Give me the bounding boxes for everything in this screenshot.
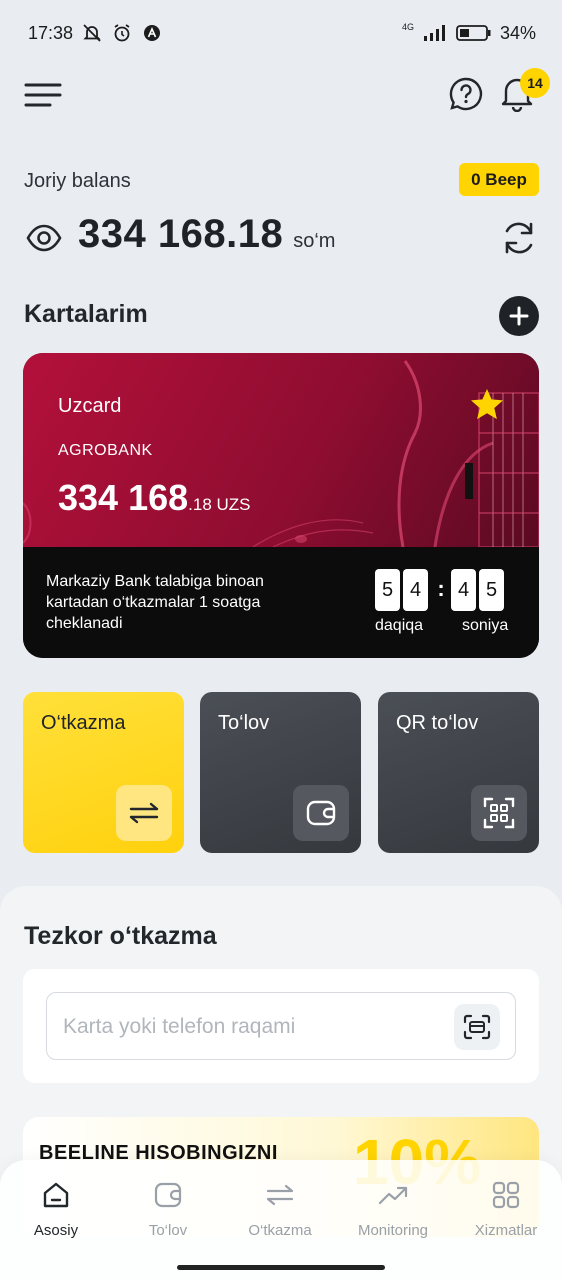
card-balance: 334 168 .18 UZS xyxy=(58,477,251,519)
tab-monitoring-label: Monitoring xyxy=(357,1222,429,1239)
trend-chart-icon xyxy=(378,1186,408,1205)
hamburger-menu-icon[interactable] xyxy=(24,80,64,110)
card-face[interactable]: Uzcard AGROBANK 334 168 .18 UZS xyxy=(23,353,539,547)
tab-home-label: Asosiy xyxy=(33,1222,79,1239)
qr-scan-icon xyxy=(471,785,527,841)
quick-transfer-field[interactable] xyxy=(46,992,516,1060)
payment-action-tile[interactable]: To‘lov xyxy=(200,692,361,853)
card-balance-fraction: .18 UZS xyxy=(188,495,251,514)
refresh-icon[interactable] xyxy=(500,218,538,258)
balance-label: Joriy balans xyxy=(24,170,131,192)
plus-icon xyxy=(509,306,529,326)
signal-icon xyxy=(422,22,448,44)
timer-seconds-ones: 5 xyxy=(479,569,504,611)
timer-separator: : xyxy=(437,576,445,601)
transfer-action-tile[interactable]: O‘tkazma xyxy=(23,692,184,853)
timer-seconds-label: soniya xyxy=(462,617,509,634)
app-badge-icon xyxy=(141,22,163,44)
alarm-icon xyxy=(111,22,133,44)
tab-services[interactable]: Xizmatlar xyxy=(450,1180,562,1250)
qr-payment-action-tile[interactable]: QR to‘lov xyxy=(378,692,539,853)
grid-icon xyxy=(492,1181,520,1209)
transfer-arrows-icon xyxy=(116,785,172,841)
beep-badge[interactable]: 0 Beep xyxy=(459,163,539,196)
home-indicator[interactable] xyxy=(177,1265,385,1270)
eye-icon[interactable] xyxy=(26,222,62,254)
balance-value: 334 168.18 so‘m xyxy=(78,212,335,257)
add-card-button[interactable] xyxy=(499,296,539,336)
tab-payment-label: To‘lov xyxy=(148,1222,188,1239)
card-bank-name: AGROBANK xyxy=(58,442,153,459)
timer-minutes-tens: 5 xyxy=(375,569,400,611)
cards-section-title: Kartalarim xyxy=(24,300,148,328)
timer-minutes-ones: 4 xyxy=(403,569,428,611)
countdown-timer: 5 4 : 4 5 xyxy=(375,569,507,611)
battery-icon xyxy=(456,22,492,44)
tab-services-label: Xizmatlar xyxy=(474,1222,538,1239)
bank-card[interactable]: Uzcard AGROBANK 334 168 .18 UZS Markaziy… xyxy=(23,353,539,658)
card-scan-button[interactable] xyxy=(454,1004,500,1050)
notifications-count-badge: 14 xyxy=(520,68,550,98)
status-bar: 17:38 4G 34% xyxy=(0,0,562,66)
qr-payment-action-label: QR to‘lov xyxy=(396,712,479,734)
wallet-icon xyxy=(293,785,349,841)
card-or-phone-input[interactable] xyxy=(63,1005,443,1049)
balance-amount: 334 168.18 xyxy=(78,212,284,256)
quick-transfer-title: Tezkor o‘tkazma xyxy=(24,922,217,950)
network-type: 4G xyxy=(401,22,414,32)
wallet-icon xyxy=(154,1182,182,1208)
tab-monitoring[interactable]: Monitoring xyxy=(337,1180,449,1250)
transfer-arrows-icon xyxy=(266,1184,294,1206)
balance-currency: so‘m xyxy=(293,230,336,252)
battery-level: 34% xyxy=(499,22,536,43)
notice-text: Markaziy Bank talabiga binoan kartadan o… xyxy=(46,573,264,632)
payment-action-label: To‘lov xyxy=(218,712,270,734)
timer-seconds-tens: 4 xyxy=(451,569,476,611)
tab-home[interactable]: Asosiy xyxy=(0,1180,112,1250)
tab-transfer-label: O‘tkazma xyxy=(248,1222,312,1239)
home-icon xyxy=(43,1182,69,1208)
status-time: 17:38 xyxy=(28,22,74,43)
help-icon[interactable] xyxy=(448,76,484,112)
timer-minutes-label: daqiqa xyxy=(375,617,424,634)
tab-payment[interactable]: To‘lov xyxy=(112,1180,224,1250)
card-restriction-notice: Markaziy Bank talabiga binoan kartadan o… xyxy=(23,547,539,658)
favorite-star-icon[interactable] xyxy=(469,387,505,423)
transfer-action-label: O‘tkazma xyxy=(41,712,126,734)
tab-transfer[interactable]: O‘tkazma xyxy=(224,1180,336,1250)
mute-bell-icon xyxy=(81,22,103,44)
card-type: Uzcard xyxy=(58,395,122,417)
card-scan-icon xyxy=(463,1014,491,1040)
card-balance-main: 334 168 xyxy=(58,477,189,518)
